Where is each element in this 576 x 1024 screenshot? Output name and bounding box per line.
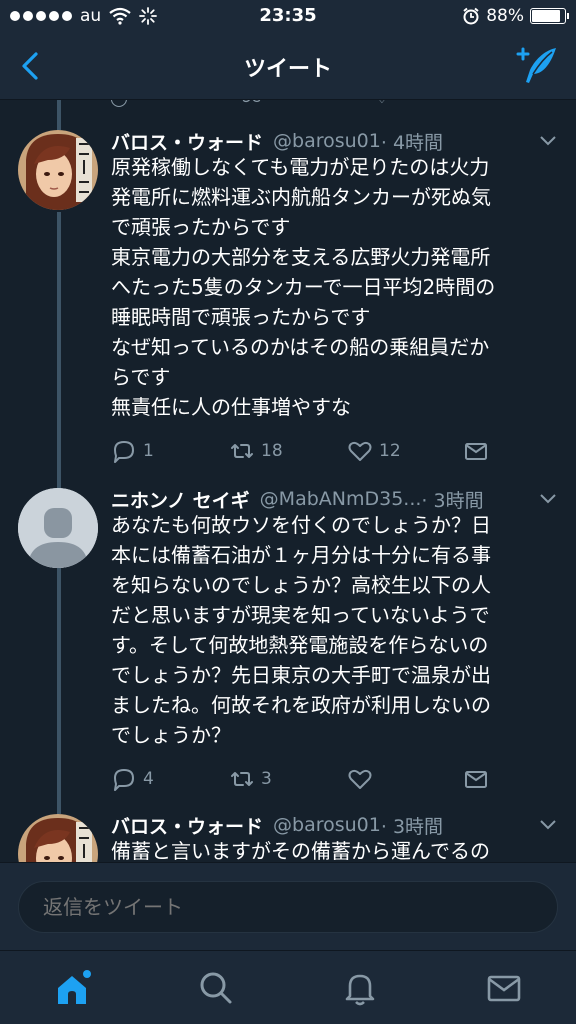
compose-tweet-icon[interactable] bbox=[516, 44, 560, 88]
share-dm-button[interactable] bbox=[463, 766, 576, 792]
reply-count: 4 bbox=[143, 769, 154, 789]
retweet-icon bbox=[231, 772, 253, 786]
notifications-icon bbox=[345, 974, 375, 1006]
like-icon bbox=[348, 441, 372, 461]
avatar[interactable] bbox=[18, 488, 98, 568]
home-icon bbox=[58, 970, 91, 1004]
tweet-time: · 3時間 bbox=[421, 489, 484, 512]
like-button[interactable]: 12 bbox=[347, 438, 465, 464]
display-name[interactable]: バロス・ウォード bbox=[111, 128, 263, 155]
retweet-count: 18 bbox=[261, 441, 283, 461]
battery-level bbox=[532, 10, 561, 22]
display-name[interactable]: バロス・ウォード bbox=[111, 812, 263, 839]
chevron-down-icon[interactable] bbox=[538, 490, 558, 506]
tweet-time: · 3時間 bbox=[380, 815, 444, 838]
reply-icon bbox=[114, 441, 134, 463]
like-icon bbox=[348, 769, 372, 789]
tab-notifications[interactable] bbox=[335, 963, 385, 1013]
tweet[interactable]: バロス・ウォード @barosu01 · 3時間 備蓄と言いますがその備蓄から運… bbox=[0, 810, 576, 862]
user-handle[interactable]: @barosu01 bbox=[273, 814, 381, 836]
tweet-actions: 1 18 12 bbox=[111, 436, 491, 466]
tweet[interactable]: バロス・ウォード @barosu01 · 4時間 原発稼働しなくても電力が足りた… bbox=[0, 126, 576, 470]
reply-button[interactable]: 4 bbox=[111, 766, 229, 792]
like-button[interactable] bbox=[347, 766, 465, 792]
tab-bar bbox=[0, 950, 576, 1024]
mail-icon bbox=[465, 771, 487, 788]
tweet[interactable]: ニホンノ セイギ @MabANmD35... · 3時間 あなたも何故ウソを付く… bbox=[0, 484, 576, 810]
tweet-actions: 4 3 bbox=[111, 764, 491, 794]
reply-button[interactable]: 1 bbox=[111, 438, 229, 464]
search-icon bbox=[200, 972, 232, 1004]
retweet-count: 3 bbox=[261, 769, 272, 789]
avatar[interactable] bbox=[18, 814, 98, 862]
tab-messages[interactable] bbox=[479, 963, 529, 1013]
retweet-button[interactable]: 18 bbox=[229, 438, 347, 464]
retweet-icon bbox=[231, 444, 253, 458]
tweet-text: 備蓄と言いますがその備蓄から運んでるの bbox=[111, 839, 490, 862]
mail-icon bbox=[465, 443, 487, 460]
like-icon[interactable]: ♡ bbox=[375, 100, 389, 107]
reply-count: 1 bbox=[143, 441, 154, 461]
chevron-down-icon[interactable] bbox=[538, 816, 558, 832]
page-title: ツイート bbox=[243, 57, 332, 82]
reply-icon[interactable]: ◯ bbox=[110, 100, 128, 107]
display-name[interactable]: ニホンノ セイギ bbox=[111, 486, 250, 513]
battery-icon bbox=[530, 8, 569, 24]
reply-icon bbox=[114, 769, 134, 791]
alarm-icon bbox=[463, 7, 479, 25]
battery-percent: 88% bbox=[486, 6, 524, 26]
share-dm-button[interactable] bbox=[463, 438, 576, 464]
status-bar: au 23:35 88% bbox=[0, 0, 576, 34]
tweet-time: · 4時間 bbox=[380, 131, 444, 154]
previous-tweet-actions: ◯ ⟲⟳ ♡ bbox=[110, 100, 389, 107]
retweet-icon[interactable]: ⟲⟳ bbox=[238, 100, 265, 107]
like-count: 12 bbox=[379, 441, 401, 461]
nav-bar: ツイート bbox=[0, 34, 576, 100]
tweet-text: 原発稼働しなくても電力が足りたのは火力 発電所に燃料運ぶ内航船タンカーが死ぬ気 … bbox=[111, 155, 496, 419]
status-right: 88% bbox=[462, 6, 569, 26]
tweet-text: あなたも何故ウソを付くのでしょうか？日 本には備蓄石油が１ヶ月分は十分に有る事 … bbox=[111, 513, 491, 747]
user-handle[interactable]: @barosu01 bbox=[273, 130, 381, 152]
avatar[interactable] bbox=[18, 130, 98, 210]
retweet-button[interactable]: 3 bbox=[229, 766, 347, 792]
reply-bar bbox=[0, 862, 576, 950]
messages-icon bbox=[487, 975, 521, 1002]
reply-input[interactable] bbox=[18, 881, 558, 933]
user-handle[interactable]: @MabANmD35... bbox=[260, 488, 422, 510]
tab-home[interactable] bbox=[48, 963, 98, 1013]
tweet-thread: ◯ ⟲⟳ ♡ バロス・ウォード @barosu01 · 4時間 bbox=[0, 100, 576, 862]
tab-search[interactable] bbox=[191, 963, 241, 1013]
chevron-down-icon[interactable] bbox=[538, 132, 558, 148]
